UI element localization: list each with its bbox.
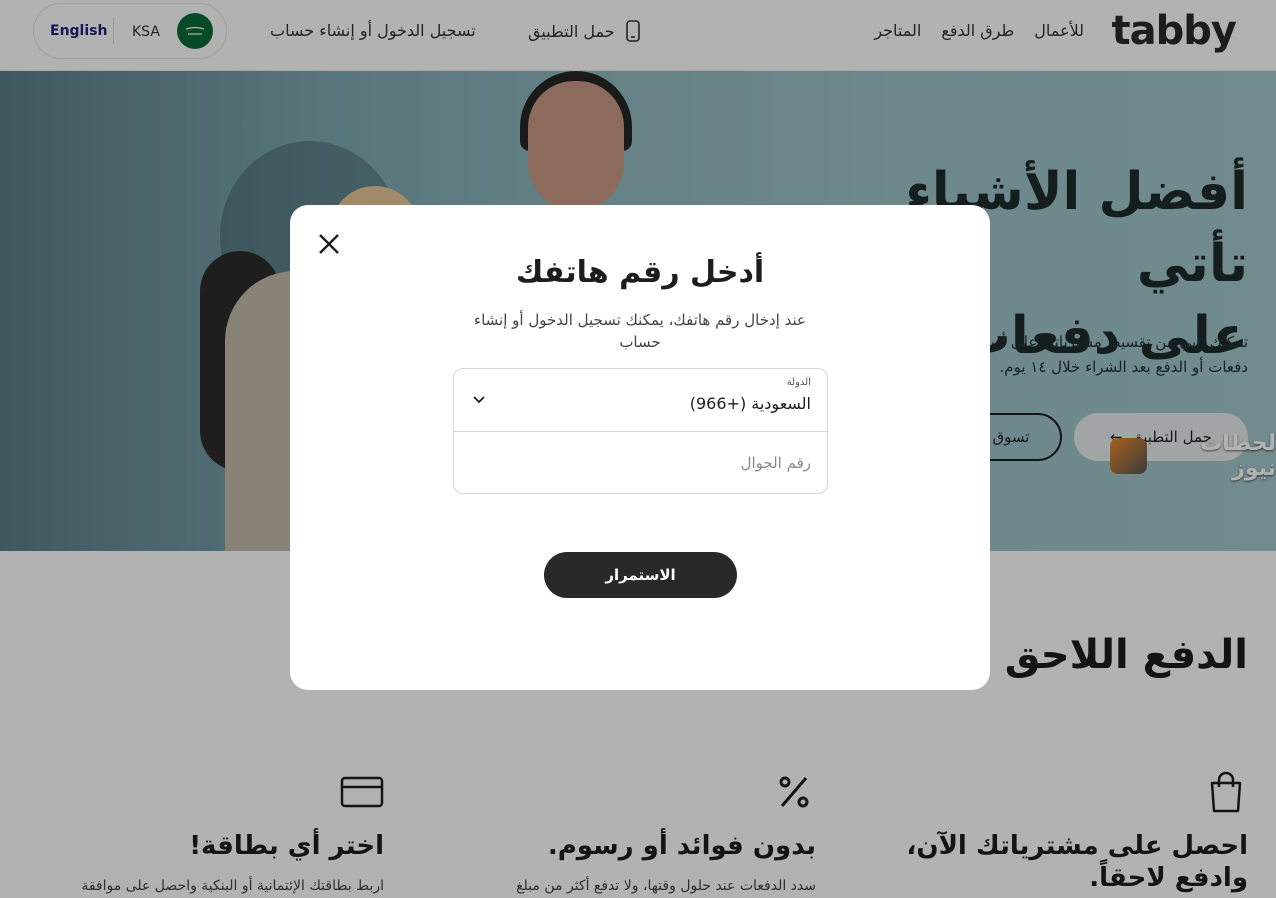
modal-subtitle: عند إدخال رقم هاتفك، يمكنك تسجيل الدخول … <box>474 311 806 351</box>
country-label: الدولة <box>786 377 811 388</box>
chevron-down-icon <box>473 396 485 404</box>
phone-number-input[interactable] <box>454 432 827 493</box>
country-value: السعودية (+966) <box>689 394 811 413</box>
continue-button[interactable]: الاستمرار <box>544 552 737 598</box>
close-icon[interactable] <box>316 231 342 257</box>
country-select[interactable]: الدولة السعودية (+966) <box>454 369 827 432</box>
phone-login-modal: أدخل رقم هاتفك عند إدخال رقم هاتفك، يمكن… <box>290 205 990 690</box>
modal-title: أدخل رقم هاتفك <box>515 255 765 290</box>
phone-form-fields: الدولة السعودية (+966) <box>453 368 828 494</box>
